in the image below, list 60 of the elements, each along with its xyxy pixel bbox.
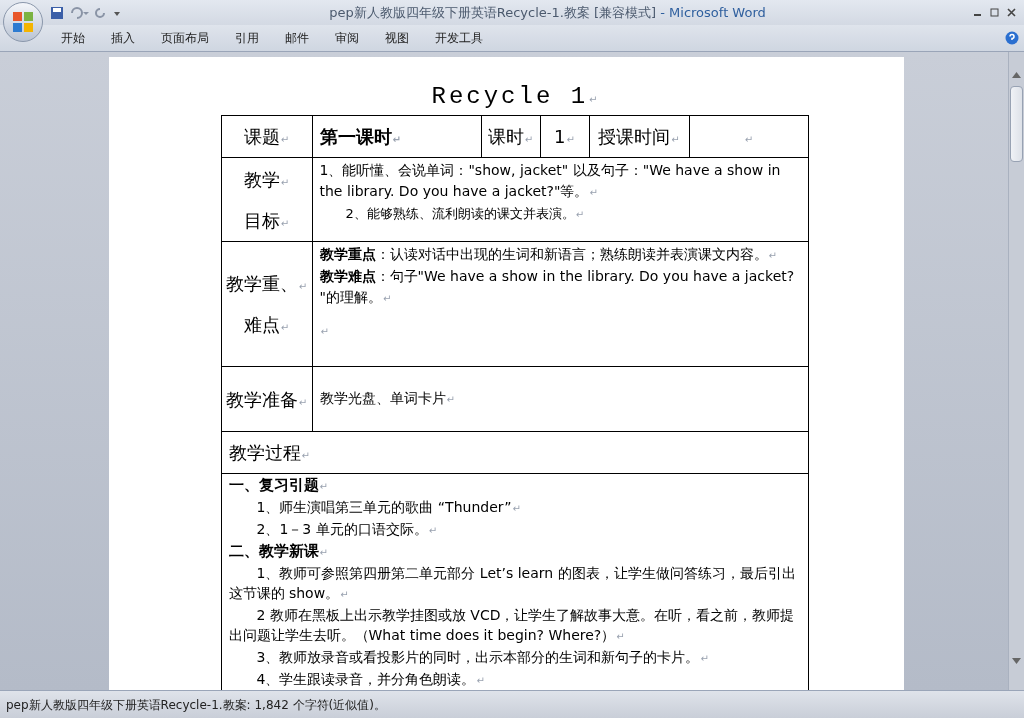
- ribbon-tab[interactable]: 页面布局: [148, 27, 222, 49]
- paragraph-mark: ↵: [301, 450, 310, 461]
- cell-text: 3、教师放录音或看投影片的同时，出示本部分的生词和新句子的卡片。↵: [255, 648, 710, 667]
- paragraph-mark: ↵: [280, 134, 290, 145]
- ribbon-tab[interactable]: 插入: [98, 27, 148, 49]
- maximize-icon[interactable]: [990, 8, 999, 17]
- scroll-thumb[interactable]: [1010, 86, 1023, 162]
- paragraph-mark: ↵: [524, 134, 534, 145]
- cell-text: 1、师生演唱第三单元的歌曲 “Thunder”↵: [255, 498, 522, 517]
- cell-text: 2、能够熟练、流利朗读的课文并表演。↵: [344, 205, 586, 223]
- close-icon[interactable]: [1007, 8, 1016, 17]
- status-text: pep新人教版四年级下册英语Recycle-1.教案: 1,842 个字符(近似值)。: [6, 696, 386, 714]
- scroll-down-icon[interactable]: [1012, 658, 1021, 664]
- table-cell: 授课时间↵: [589, 115, 689, 158]
- row-label: 教学↵: [243, 167, 290, 192]
- section-heading: 二、教学新课↵: [228, 541, 329, 562]
- section-heading: 一、复习引题↵: [228, 475, 329, 496]
- paragraph-mark: ↵: [566, 134, 575, 145]
- document-title: Recycle 1: [431, 83, 589, 110]
- paragraph-mark: ↵: [280, 322, 290, 333]
- office-button[interactable]: [3, 2, 43, 42]
- paragraph-mark: ↵: [671, 134, 680, 145]
- cell-text: 1、教师可参照第四册第二单元部分 Let’s learn 的图表，让学生做问答练习，最后引出这节课的 show。↵: [228, 564, 797, 603]
- table-cell: 课时↵: [481, 115, 540, 158]
- help-icon[interactable]: [1005, 31, 1019, 45]
- table-cell: 课题↵: [221, 115, 312, 158]
- row-label: 教学重、↵: [225, 272, 308, 296]
- row-label: 教学准备↵: [225, 387, 308, 412]
- ribbon-tab[interactable]: 开始: [48, 27, 98, 49]
- paragraph-mark: ↵: [280, 217, 290, 229]
- table-cell: 第一课时↵: [312, 115, 481, 158]
- paragraph-mark: ↵: [744, 134, 754, 145]
- redo-icon[interactable]: [94, 5, 108, 20]
- paragraph-mark: ↵: [589, 94, 598, 105]
- row-label: 难点↵: [243, 313, 290, 337]
- ribbon-tab[interactable]: 开发工具: [422, 27, 496, 49]
- window-title: pep新人教版四年级下册英语Recycle-1.教案 [兼容模式] - Microsoft Word: [329, 4, 766, 20]
- office-logo-icon: [12, 11, 34, 33]
- row-label: 目标↵: [243, 208, 290, 233]
- ribbon-tab[interactable]: 视图: [372, 27, 422, 49]
- paragraph-mark: ↵: [298, 281, 308, 292]
- ribbon-tab[interactable]: 邮件: [272, 27, 322, 49]
- cell-text: 2 教师在黑板上出示教学挂图或放 VCD，让学生了解故事大意。在听，看之前，教师提出问题让学生去听。（What time does it begin? Where?）↵: [228, 606, 796, 645]
- ribbon-tab[interactable]: 引用: [222, 27, 272, 49]
- table-cell: 教学过程↵: [221, 431, 808, 474]
- paragraph-mark: ↵: [320, 326, 329, 337]
- vertical-scrollbar[interactable]: [1008, 52, 1024, 690]
- paragraph-mark: ↵: [280, 176, 290, 188]
- cell-text: 教学难点：句子"We have a show in the library. Do you have a jacket? "的理解。↵: [319, 267, 796, 307]
- paragraph-mark: ↵: [298, 396, 308, 408]
- cell-text: 1、能听懂、会说单词："show, jacket" 以及句子："We have a show in the library. Do you have a jacket?"等。↵: [319, 161, 782, 201]
- cell-text: 2、1－3 单元的口语交际。↵: [255, 520, 439, 539]
- scroll-up-icon[interactable]: [1012, 72, 1021, 78]
- ribbon-tab[interactable]: 审阅: [322, 27, 372, 49]
- save-icon[interactable]: [50, 5, 64, 20]
- cell-text: 教学光盘、单词卡片↵: [319, 389, 456, 408]
- table-cell: 1↵: [540, 115, 589, 158]
- cell-text: 教学重点：认读对话中出现的生词和新语言；熟练朗读并表演课文内容。↵: [319, 245, 778, 264]
- paragraph-mark: ↵: [392, 134, 401, 145]
- cell-text: 4、学生跟读录音，并分角色朗读。↵: [255, 670, 486, 689]
